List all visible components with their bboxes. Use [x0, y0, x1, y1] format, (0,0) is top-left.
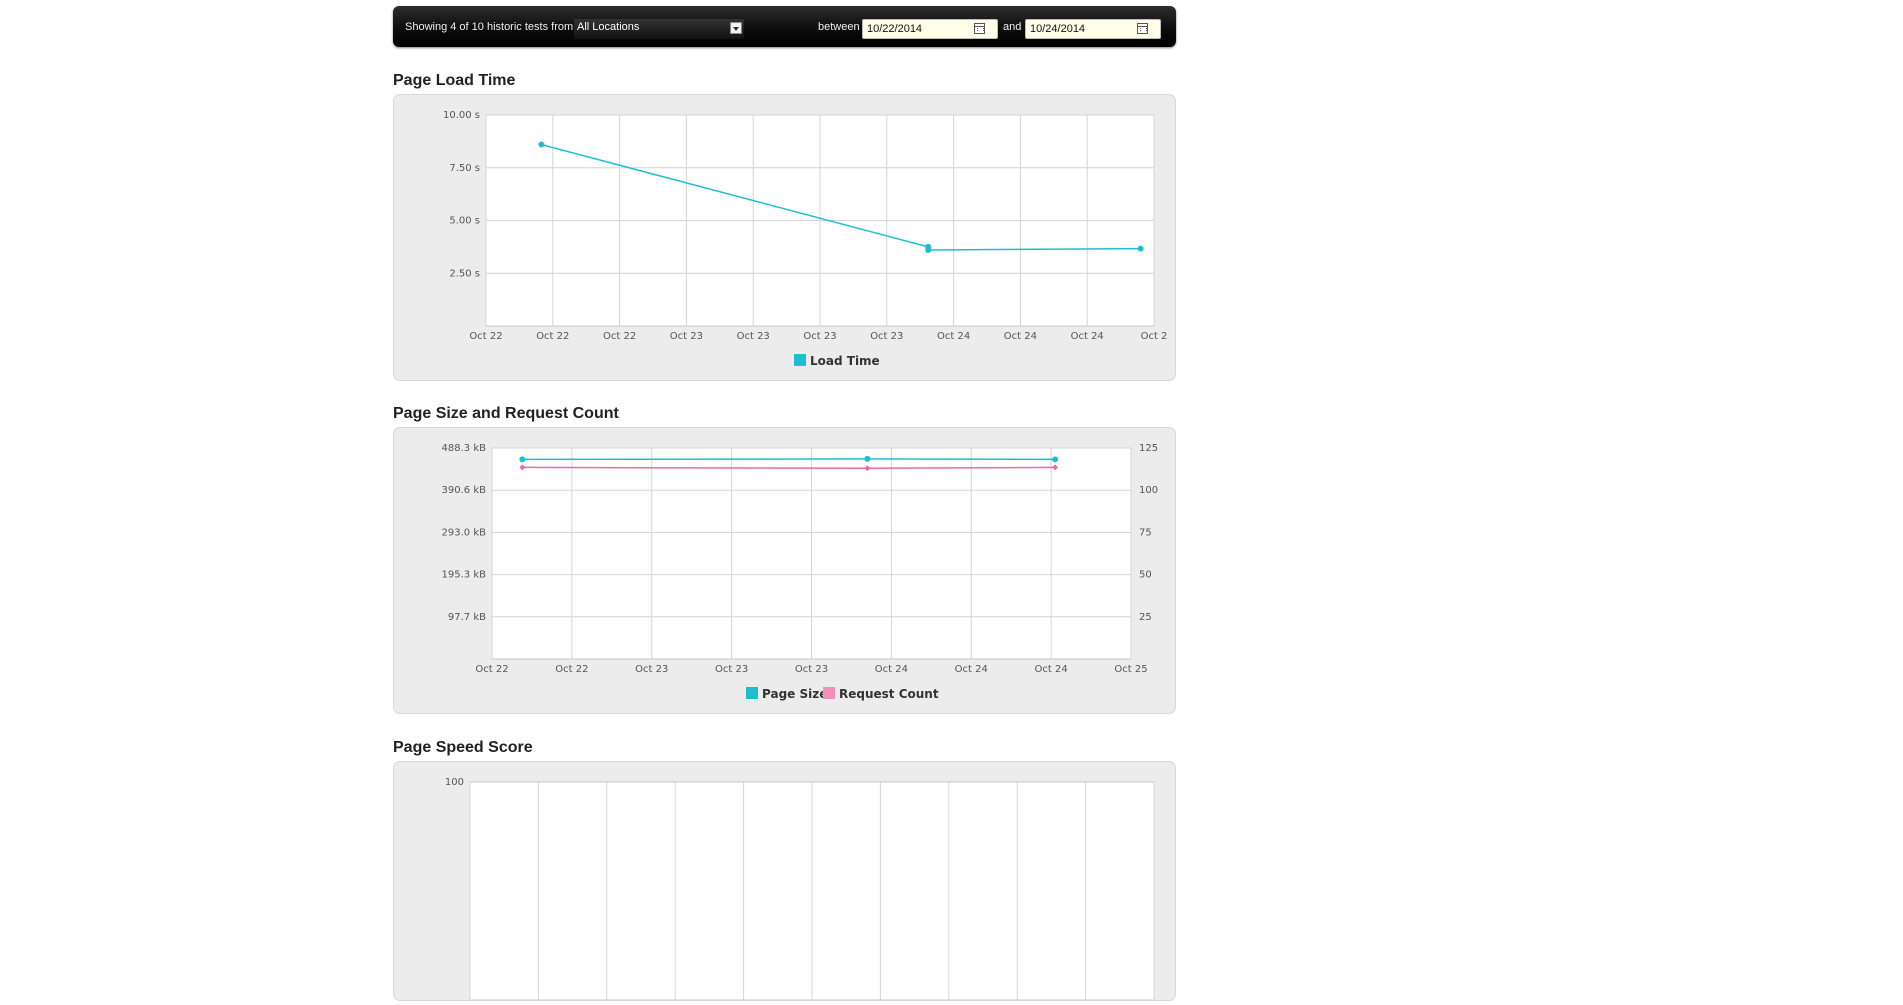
start-date-input[interactable]: [863, 20, 967, 37]
legend-swatch: [823, 687, 835, 699]
y-tick-label: 5.00 s: [449, 216, 480, 227]
data-point: [1052, 456, 1058, 462]
speed-score-chart: 100: [394, 762, 1175, 1000]
y-tick-label-left: 97.7 kB: [448, 612, 486, 623]
chevron-down-icon[interactable]: [730, 22, 742, 34]
y-tick-label: 100: [445, 777, 464, 788]
legend-label: Page Size: [762, 687, 827, 701]
data-point: [1138, 246, 1144, 252]
y-tick-label-left: 195.3 kB: [442, 570, 487, 581]
y-tick-label: 2.50 s: [449, 268, 480, 279]
y-tick-label-right: 100: [1139, 485, 1158, 496]
and-label: and: [1003, 21, 1021, 33]
legend-swatch: [794, 354, 806, 366]
x-tick-label: Oct 24: [1071, 331, 1104, 342]
x-tick-label: Oct 2: [1141, 331, 1168, 342]
speed-score-panel: 100: [393, 761, 1176, 1001]
calendar-icon[interactable]: [974, 23, 985, 34]
x-tick-label: Oct 23: [635, 664, 668, 675]
y-tick-label-right: 25: [1139, 612, 1152, 623]
x-tick-label: Oct 23: [795, 664, 828, 675]
legend-label: Request Count: [839, 687, 939, 701]
x-tick-label: Oct 22: [469, 331, 502, 342]
load-time-chart: Oct 22 Oct 22 Oct 22 Oct 23 Oct 23 Oct 23 Oct …: [394, 95, 1175, 380]
y-tick-label-right: 125: [1139, 443, 1158, 454]
x-tick-label: Oct 23: [870, 331, 903, 342]
y-tick-label-left: 488.3 kB: [442, 443, 487, 454]
data-point: [864, 456, 870, 462]
x-tick-label: Oct 23: [670, 331, 703, 342]
size-requests-chart: Oct 22 Oct 22 Oct 23 Oct 23 Oct 23 Oct 24 Oct …: [394, 428, 1175, 713]
x-tick-label: Oct 25: [1114, 664, 1147, 675]
x-tick-label: Oct 24: [875, 664, 908, 675]
size-requests-heading: Page Size and Request Count: [393, 405, 619, 423]
y-tick-label-left: 293.0 kB: [442, 527, 487, 538]
x-tick-label: Oct 24: [955, 664, 988, 675]
load-time-heading: Page Load Time: [393, 72, 515, 90]
x-tick-label: Oct 22: [536, 331, 569, 342]
x-tick-label: Oct 23: [737, 331, 770, 342]
x-tick-label: Oct 24: [937, 331, 970, 342]
y-tick-label-right: 75: [1139, 527, 1152, 538]
data-point: [538, 142, 544, 148]
x-tick-label: Oct 22: [555, 664, 588, 675]
end-date-field[interactable]: [1025, 19, 1161, 39]
speed-score-heading: Page Speed Score: [393, 739, 533, 757]
location-select[interactable]: All Locations: [574, 19, 744, 39]
x-tick-label: Oct 22: [475, 664, 508, 675]
load-time-panel: Oct 22 Oct 22 Oct 22 Oct 23 Oct 23 Oct 23 Oct …: [393, 94, 1176, 381]
data-point: [519, 456, 525, 462]
y-tick-label-left: 390.6 kB: [442, 485, 487, 496]
legend-swatch: [746, 687, 758, 699]
calendar-icon[interactable]: [1137, 23, 1148, 34]
end-date-input[interactable]: [1026, 20, 1130, 37]
x-tick-label: Oct 22: [603, 331, 636, 342]
location-select-value: All Locations: [577, 21, 639, 33]
x-tick-label: Oct 23: [803, 331, 836, 342]
filter-toolbar: Showing 4 of 10 historic tests from All …: [393, 6, 1176, 47]
start-date-field[interactable]: [862, 19, 998, 39]
y-tick-label: 10.00 s: [443, 110, 480, 121]
x-tick-label: Oct 24: [1035, 664, 1068, 675]
y-tick-label-right: 50: [1139, 570, 1152, 581]
size-requests-panel: Oct 22 Oct 22 Oct 23 Oct 23 Oct 23 Oct 24 Oct …: [393, 427, 1176, 714]
x-tick-label: Oct 23: [715, 664, 748, 675]
x-tick-label: Oct 24: [1004, 331, 1037, 342]
series-line-request-count: [522, 467, 1055, 468]
data-point: [925, 247, 931, 253]
showing-tests-text: Showing 4 of 10 historic tests from: [405, 21, 573, 33]
legend-label: Load Time: [810, 354, 880, 368]
between-label: between: [818, 21, 860, 33]
y-tick-label: 7.50 s: [449, 163, 480, 174]
